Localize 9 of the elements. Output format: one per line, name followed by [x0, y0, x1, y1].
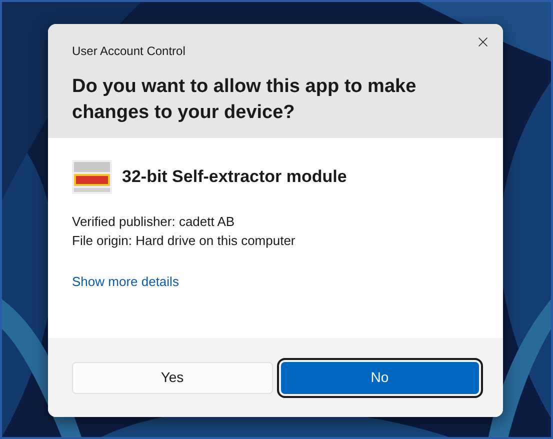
app-name: 32-bit Self-extractor module: [122, 166, 347, 188]
dialog-button[interactable]: No: [280, 362, 479, 394]
dialog-title: User Account Control: [72, 43, 186, 60]
detail-text: Verified publisher: cadett AB: [72, 213, 236, 231]
detail-text: File origin: Hard drive on this computer: [72, 232, 296, 250]
app-icon: [72, 160, 112, 194]
dialog-button[interactable]: Yes: [72, 362, 272, 394]
show-details-link[interactable]: Show more details: [72, 272, 179, 292]
dialog-question: Do you want to allow this app to make changes to your device?: [72, 75, 418, 125]
